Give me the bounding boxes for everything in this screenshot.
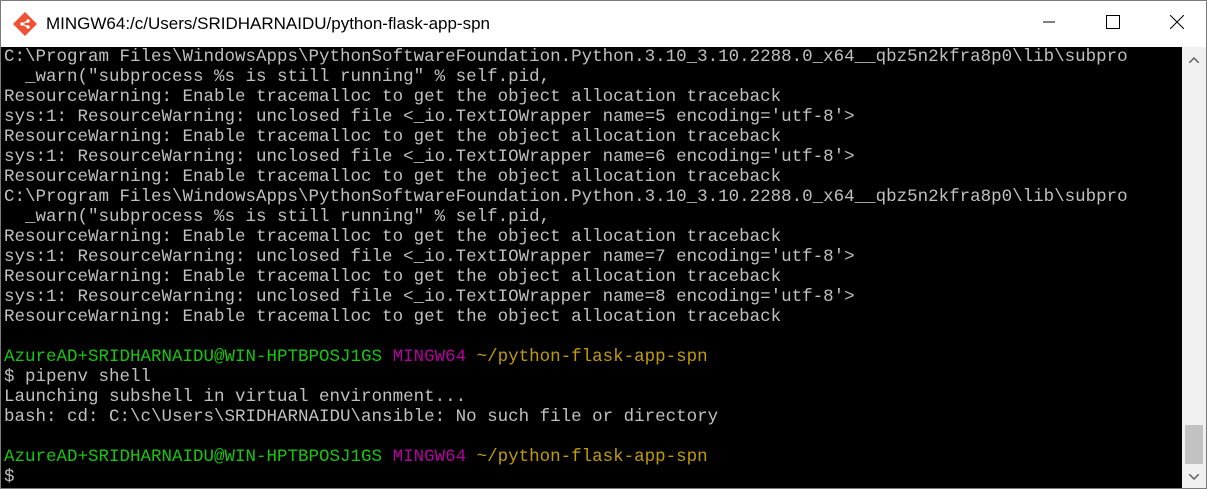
- output-line: ResourceWarning: Enable tracemalloc to g…: [4, 87, 782, 107]
- command-input-line[interactable]: $: [4, 467, 25, 487]
- output-line: ResourceWarning: Enable tracemalloc to g…: [4, 227, 782, 247]
- prompt-system: MINGW64: [392, 447, 467, 467]
- scroll-up-button[interactable]: [1182, 47, 1206, 71]
- output-line: _warn("subprocess %s is still running" %…: [4, 207, 551, 227]
- minimize-button[interactable]: [1026, 1, 1072, 47]
- title-bar[interactable]: MINGW64:/c/Users/SRIDHARNAIDU/python-fla…: [1, 1, 1206, 47]
- terminal-window: MINGW64:/c/Users/SRIDHARNAIDU/python-fla…: [0, 0, 1207, 489]
- chevron-down-icon: [1188, 467, 1200, 485]
- output-line: sys:1: ResourceWarning: unclosed file <_…: [4, 287, 855, 307]
- shell-prompt: AzureAD+SRIDHARNAIDU@WIN-HPTBPOSJ1GS MIN…: [4, 347, 708, 367]
- output-line: _warn("subprocess %s is still running" %…: [4, 67, 551, 87]
- window-controls: [1026, 1, 1206, 47]
- prompt-user: AzureAD+SRIDHARNAIDU@WIN-HPTBPOSJ1GS: [4, 347, 383, 367]
- output-line: ResourceWarning: Enable tracemalloc to g…: [4, 267, 782, 287]
- output-line: sys:1: ResourceWarning: unclosed file <_…: [4, 147, 855, 167]
- vertical-scrollbar[interactable]: [1182, 47, 1206, 488]
- prompt-path: ~/python-flask-app-spn: [476, 447, 708, 467]
- output-line: bash: cd: C:\c\Users\SRIDHARNAIDU\ansibl…: [4, 407, 719, 427]
- shell-prompt: AzureAD+SRIDHARNAIDU@WIN-HPTBPOSJ1GS MIN…: [4, 447, 708, 467]
- output-line: ResourceWarning: Enable tracemalloc to g…: [4, 127, 782, 147]
- prompt-path: ~/python-flask-app-spn: [476, 347, 708, 367]
- output-line: ResourceWarning: Enable tracemalloc to g…: [4, 307, 782, 327]
- output-line: C:\Program Files\WindowsApps\PythonSoftw…: [4, 187, 1128, 207]
- scrollbar-thumb[interactable]: [1185, 425, 1203, 464]
- minimize-icon: [1043, 15, 1055, 33]
- terminal-output[interactable]: C:\Program Files\WindowsApps\PythonSoftw…: [1, 47, 1182, 488]
- output-line: Launching subshell in virtual environmen…: [4, 387, 467, 407]
- prompt-user: AzureAD+SRIDHARNAIDU@WIN-HPTBPOSJ1GS: [4, 447, 383, 467]
- window-title: MINGW64:/c/Users/SRIDHARNAIDU/python-fla…: [46, 14, 491, 33]
- chevron-up-icon: [1188, 50, 1200, 68]
- maximize-icon: [1106, 14, 1120, 34]
- git-bash-icon: [12, 11, 38, 37]
- output-line: sys:1: ResourceWarning: unclosed file <_…: [4, 107, 855, 127]
- output-line: ResourceWarning: Enable tracemalloc to g…: [4, 167, 782, 187]
- close-button[interactable]: [1154, 1, 1200, 47]
- scroll-down-button[interactable]: [1182, 464, 1206, 488]
- prompt-system: MINGW64: [392, 347, 467, 367]
- command-line: $ pipenv shell: [4, 367, 152, 387]
- maximize-button[interactable]: [1090, 1, 1136, 47]
- output-line: sys:1: ResourceWarning: unclosed file <_…: [4, 247, 855, 267]
- output-line: C:\Program Files\WindowsApps\PythonSoftw…: [4, 47, 1128, 67]
- command-prompt: $: [4, 467, 26, 487]
- close-icon: [1169, 14, 1185, 34]
